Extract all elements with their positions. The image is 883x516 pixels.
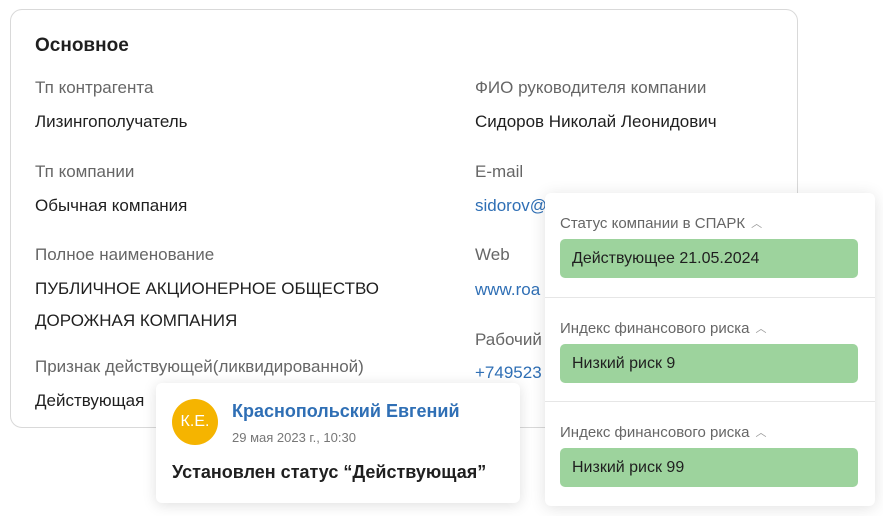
financial-risk-badge-2: Низкий риск 99 bbox=[560, 448, 858, 487]
financial-risk-section-1: Индекс финансового риска ︿ Низкий риск 9 bbox=[545, 297, 875, 401]
spark-status-badge: Действующее 21.05.2024 bbox=[560, 239, 858, 278]
financial-risk-label-2: Индекс финансового риска bbox=[560, 424, 750, 441]
comment-text: Установлен статус “Действующая” bbox=[172, 462, 487, 482]
comment-card: К.Е. Краснопольский Евгений 29 мая 2023 … bbox=[156, 383, 520, 503]
director-label: ФИО руководителя компании bbox=[475, 78, 707, 97]
risk-panel: Статус компании в СПАРК ︿ Действующее 21… bbox=[545, 193, 875, 506]
financial-risk-section-2: Индекс финансового риска ︿ Низкий риск 9… bbox=[545, 401, 875, 505]
spark-status-section: Статус компании в СПАРК ︿ Действующее 21… bbox=[545, 193, 875, 297]
director-value: Сидоров Николай Леонидович bbox=[475, 112, 717, 131]
card-title: Основное bbox=[35, 35, 129, 56]
web-link[interactable]: www.roa bbox=[475, 280, 540, 300]
avatar: К.Е. bbox=[172, 399, 218, 445]
spark-status-toggle[interactable]: Статус компании в СПАРК ︿ bbox=[560, 215, 762, 232]
phone-link[interactable]: +749523 bbox=[475, 363, 542, 383]
financial-risk-label-1: Индекс финансового риска bbox=[560, 320, 750, 337]
counterparty-type-value: Лизингополучатель bbox=[35, 112, 188, 131]
chevron-up-icon: ︿ bbox=[755, 322, 767, 335]
active-flag-label: Признак действующей(ликвидированной) bbox=[35, 357, 364, 376]
comment-author-link[interactable]: Краснопольский Евгений bbox=[232, 401, 460, 422]
financial-risk-badge-1: Низкий риск 9 bbox=[560, 344, 858, 383]
chevron-up-icon: ︿ bbox=[751, 217, 763, 230]
company-type-label: Тп компании bbox=[35, 162, 135, 181]
active-flag-value: Действующая bbox=[35, 391, 145, 410]
phone-label: Рабочий bbox=[475, 330, 542, 349]
company-type-value: Обычная компания bbox=[35, 196, 188, 215]
web-label: Web bbox=[475, 245, 510, 264]
spark-status-label: Статус компании в СПАРК bbox=[560, 215, 746, 232]
counterparty-type-label: Тп контрагента bbox=[35, 78, 154, 97]
financial-risk-toggle-1[interactable]: Индекс финансового риска ︿ bbox=[560, 320, 766, 337]
email-label: E-mail bbox=[475, 162, 524, 181]
stage: Основное Тп контрагента Лизингополучател… bbox=[0, 0, 883, 516]
email-link[interactable]: sidorov@ bbox=[475, 196, 547, 216]
full-name-value: ПУБЛИЧНОЕ АКЦИОНЕРНОЕ ОБЩЕСТВО ДОРОЖНАЯ … bbox=[35, 279, 379, 330]
comment-timestamp: 29 мая 2023 г., 10:30 bbox=[232, 430, 356, 445]
financial-risk-toggle-2[interactable]: Индекс финансового риска ︿ bbox=[560, 424, 766, 441]
full-name-label: Полное наименование bbox=[35, 245, 215, 264]
chevron-up-icon: ︿ bbox=[755, 426, 767, 439]
